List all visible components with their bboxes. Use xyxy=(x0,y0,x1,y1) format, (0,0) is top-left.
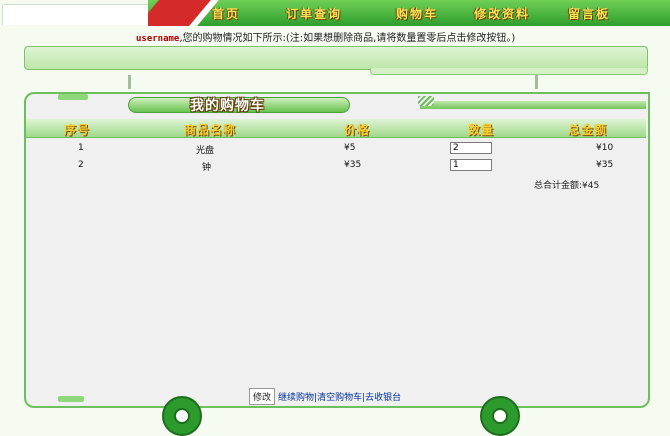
column-index: 序号 xyxy=(64,123,91,137)
clear-cart-link[interactable]: 清空购物车 xyxy=(317,393,362,403)
panel-tab-top xyxy=(58,94,88,100)
row-1-price: ¥5 xyxy=(344,143,356,153)
left-wheel-icon xyxy=(162,396,202,436)
header-band-tab xyxy=(370,68,648,75)
row-1-index: 1 xyxy=(78,143,84,153)
checkout-link[interactable]: 去收银台 xyxy=(365,393,401,403)
table-header: 序号 商品名称 价格 数量 总金额 xyxy=(26,119,646,138)
notice-text: ,您的购物情况如下所示:(注:如果想删除商品,请将数量置零后点击修改按钮。) xyxy=(179,33,516,44)
right-wheel-icon xyxy=(480,396,520,436)
nav-cart[interactable]: 购物车 xyxy=(396,5,438,22)
bus-pole-right xyxy=(535,75,538,89)
column-product-name: 商品名称 xyxy=(184,123,237,137)
column-total: 总金额 xyxy=(568,123,608,137)
row-2-quantity-input[interactable] xyxy=(450,159,492,171)
column-price: 价格 xyxy=(344,123,371,137)
row-1-quantity-input[interactable] xyxy=(450,142,492,154)
bus-pole-left xyxy=(128,75,131,89)
column-quantity: 数量 xyxy=(468,123,495,137)
grand-total: 总合计金额:¥45 xyxy=(534,178,599,191)
row-2-name: 钟 xyxy=(202,163,212,173)
row-1-name: 光盘 xyxy=(196,146,215,156)
left-header-tab xyxy=(2,4,150,25)
panel-roof-stripes xyxy=(418,96,434,106)
row-2-index: 2 xyxy=(78,160,84,170)
panel-tab-bottom xyxy=(58,396,84,402)
panel-roof-line xyxy=(420,101,646,109)
nav-order-query[interactable]: 订单查询 xyxy=(286,5,342,22)
top-navigation: 首页 订单查询 购物车 修改资料 留言板 xyxy=(148,0,670,26)
nav-guestbook[interactable]: 留言板 xyxy=(568,5,610,22)
grand-total-value: ¥45 xyxy=(582,181,600,191)
cart-title: 我的购物车 xyxy=(190,98,265,114)
cart-panel xyxy=(24,92,650,408)
continue-shopping-link[interactable]: 继续购物 xyxy=(278,393,314,403)
nav-edit-profile[interactable]: 修改资料 xyxy=(474,5,530,22)
cart-actions: 修改 继续购物|清空购物车|去收银台 xyxy=(249,388,401,405)
nav-home[interactable]: 首页 xyxy=(212,5,240,22)
row-1-subtotal: ¥10 xyxy=(596,143,614,153)
cart-notice: username,您的购物情况如下所示:(注:如果想删除商品,请将数量置零后点击… xyxy=(136,29,656,44)
header-band xyxy=(24,46,648,70)
grand-total-label: 总合计金额: xyxy=(534,181,583,191)
row-2-price: ¥35 xyxy=(344,160,362,170)
modify-button[interactable]: 修改 xyxy=(249,388,276,405)
username: username xyxy=(136,34,180,44)
row-2-subtotal: ¥35 xyxy=(596,160,614,170)
